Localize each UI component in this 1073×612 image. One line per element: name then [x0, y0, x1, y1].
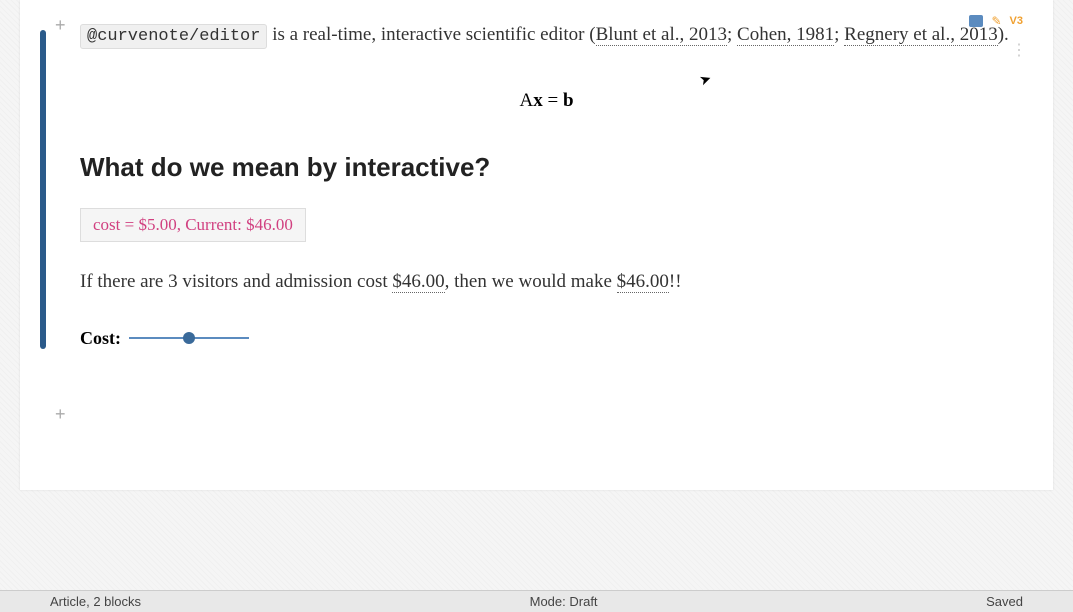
citation-3[interactable]: Regnery et al., 2013 [844, 24, 998, 46]
status-bar: Article, 2 blocks Mode: Draft Saved [0, 590, 1073, 612]
equation-block[interactable]: Ax = b [80, 90, 1013, 112]
body-paragraph[interactable]: If there are 3 visitors and admission co… [80, 267, 1013, 297]
editor-container: + ✎ V3 ⋮ @curvenote/editor is a real-tim… [20, 0, 1053, 490]
status-center: Mode: Draft [530, 594, 598, 609]
block-handle[interactable] [40, 30, 46, 349]
slider-row: Cost: [80, 328, 1013, 349]
equation-A: A [519, 90, 533, 111]
slider-label: Cost: [80, 328, 121, 349]
citation-2[interactable]: Cohen, 1981 [737, 24, 834, 46]
content-block[interactable]: @curvenote/editor is a real-time, intera… [20, 0, 1053, 369]
status-left: Article, 2 blocks [50, 594, 141, 609]
section-heading[interactable]: What do we mean by interactive? [80, 152, 1013, 183]
equation-b: b [563, 90, 574, 111]
add-block-bottom-button[interactable]: + [55, 404, 66, 425]
status-right: Saved [986, 594, 1023, 609]
cursor-icon: ➤ [697, 71, 714, 91]
dynamic-value-cost[interactable]: $46.00 [392, 271, 444, 293]
variable-definition-box[interactable]: cost = $5.00, Current: $46.00 [80, 208, 306, 242]
intro-paragraph[interactable]: @curvenote/editor is a real-time, intera… [80, 20, 1013, 50]
citation-1[interactable]: Blunt et al., 2013 [596, 24, 727, 46]
intro-text: is a real-time, interactive scientific e… [267, 24, 595, 45]
package-code[interactable]: @curvenote/editor [80, 24, 267, 49]
slider-thumb[interactable] [183, 332, 195, 344]
cost-slider[interactable] [129, 328, 249, 348]
equation-x: x [533, 90, 543, 111]
dynamic-value-revenue[interactable]: $46.00 [617, 271, 669, 293]
